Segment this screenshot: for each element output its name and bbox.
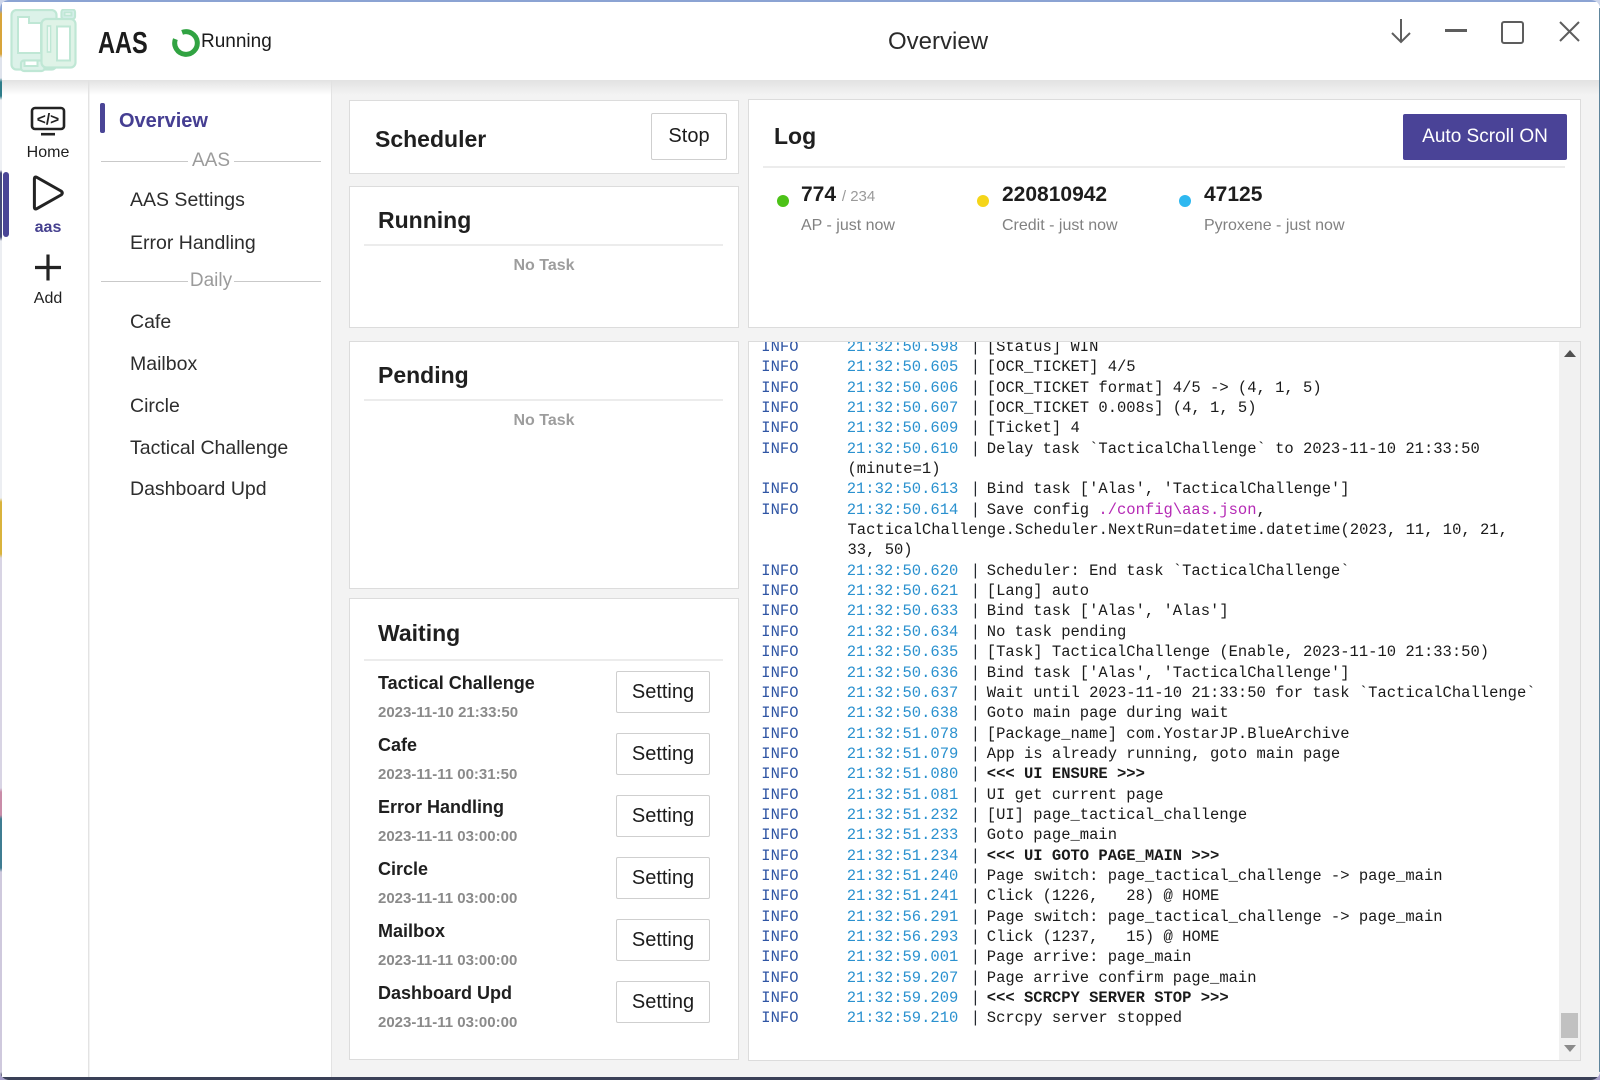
svg-text:</>: </>	[37, 112, 59, 129]
